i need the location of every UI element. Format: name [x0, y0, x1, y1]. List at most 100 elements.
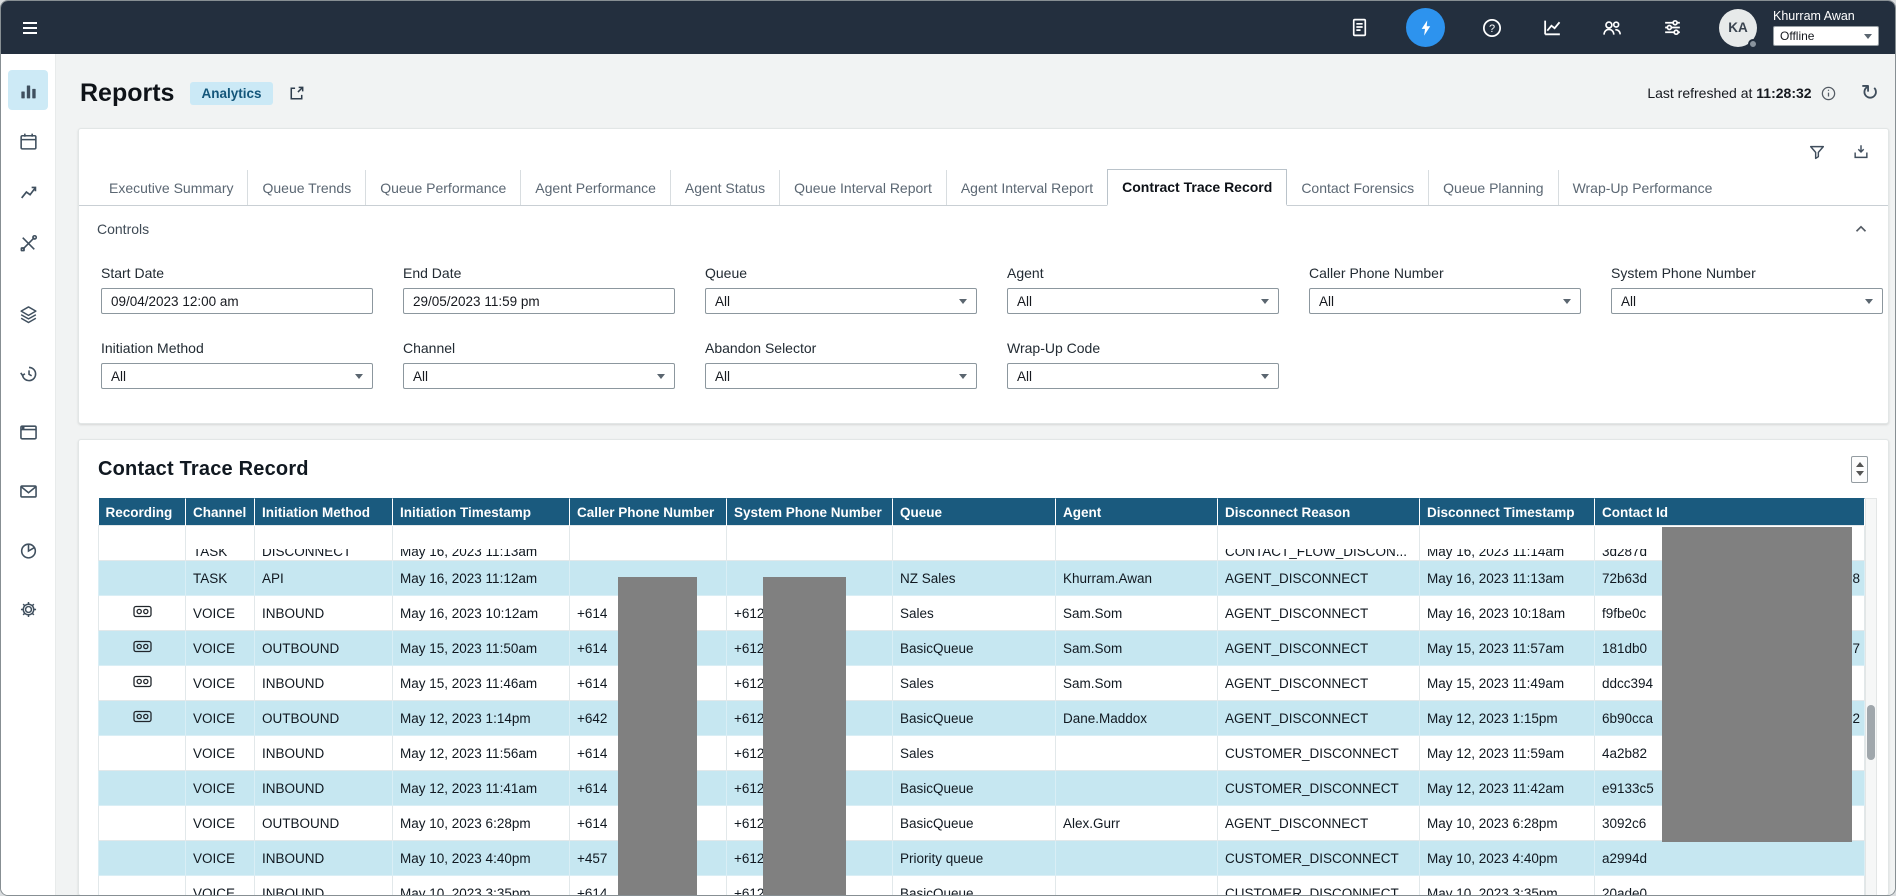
- filter-label: Queue: [705, 265, 977, 281]
- sidebar-item-history[interactable]: [8, 353, 48, 393]
- filter-label: Abandon Selector: [705, 340, 977, 356]
- tab-executive-summary[interactable]: Executive Summary: [95, 170, 247, 205]
- filter-label: System Phone Number: [1611, 265, 1883, 281]
- cell-queue: Priority queue: [893, 841, 1056, 876]
- sidebar-item-calendar[interactable]: [8, 121, 48, 161]
- cell-disconnect-timestamp: May 12, 2023 11:59am: [1420, 736, 1595, 771]
- filter-icon[interactable]: [1808, 141, 1826, 163]
- column-header-contact-id[interactable]: Contact Id: [1595, 499, 1865, 526]
- tab-queue-interval-report[interactable]: Queue Interval Report: [779, 170, 946, 205]
- sidebar-item-window[interactable]: [8, 412, 48, 452]
- step-up-icon[interactable]: [1856, 462, 1864, 467]
- column-header-queue[interactable]: Queue: [893, 499, 1056, 526]
- table-row[interactable]: VOICEINBOUNDMay 12, 2023 11:41am+614+612…: [99, 771, 1865, 806]
- status-dot: [1748, 39, 1758, 49]
- tab-agent-status[interactable]: Agent Status: [670, 170, 779, 205]
- step-down-icon[interactable]: [1856, 471, 1864, 476]
- avatar[interactable]: KA: [1719, 9, 1757, 47]
- agent-select[interactable]: All: [1007, 288, 1279, 314]
- sidebar-item-reports[interactable]: [8, 70, 48, 110]
- table-row[interactable]: VOICEOUTBOUNDMay 10, 2023 6:28pm+614+612…: [99, 806, 1865, 841]
- filter-queue: Queue All: [705, 265, 977, 314]
- tab-wrap-up-performance[interactable]: Wrap-Up Performance: [1558, 170, 1727, 205]
- tab-contract-trace-record[interactable]: Contract Trace Record: [1107, 169, 1287, 206]
- cell-agent: Sam.Som: [1056, 596, 1218, 631]
- scrollbar-thumb[interactable]: [1867, 705, 1875, 760]
- column-header-recording[interactable]: Recording: [99, 499, 186, 526]
- tab-contact-forensics[interactable]: Contact Forensics: [1287, 170, 1428, 205]
- table-row[interactable]: VOICEOUTBOUNDMay 15, 2023 11:50am+614+61…: [99, 631, 1865, 666]
- cell-channel: VOICE: [186, 806, 255, 841]
- tab-queue-performance[interactable]: Queue Performance: [365, 170, 520, 205]
- settings-sliders-icon[interactable]: [1659, 15, 1685, 41]
- system-phone-number-select[interactable]: All: [1611, 288, 1883, 314]
- cell-disconnect-timestamp: May 16, 2023 11:14am: [1420, 526, 1595, 561]
- tab-agent-interval-report[interactable]: Agent Interval Report: [946, 170, 1107, 205]
- users-icon[interactable]: [1599, 15, 1625, 41]
- table-row[interactable]: TASKAPIMay 16, 2023 11:12amNZ SalesKhurr…: [99, 561, 1865, 596]
- table-row[interactable]: TASKDISCONNECTMay 16, 2023 11:13amCONTAC…: [99, 526, 1865, 561]
- sidebar-item-trends[interactable]: [8, 172, 48, 212]
- notes-icon[interactable]: [1346, 15, 1372, 41]
- cell-queue: BasicQueue: [893, 876, 1056, 896]
- svg-text:?: ?: [1489, 22, 1495, 34]
- chevron-up-icon[interactable]: [1852, 220, 1870, 238]
- cell-initiation-timestamp: May 15, 2023 11:50am: [393, 631, 570, 666]
- abandon-selector-select[interactable]: All: [705, 363, 977, 389]
- metrics-icon[interactable]: [1539, 15, 1565, 41]
- cell-channel: VOICE: [186, 876, 255, 896]
- table-row[interactable]: VOICEINBOUNDMay 15, 2023 11:46am+614+612…: [99, 666, 1865, 701]
- column-header-initiation-method[interactable]: Initiation Method: [255, 499, 393, 526]
- cell-queue: BasicQueue: [893, 631, 1056, 666]
- table-row[interactable]: VOICEINBOUNDMay 10, 2023 3:35pm+614+612B…: [99, 876, 1865, 896]
- column-header-disconnect-timestamp[interactable]: Disconnect Timestamp: [1420, 499, 1595, 526]
- page-title: Reports: [80, 79, 174, 108]
- status-select[interactable]: Offline: [1773, 26, 1879, 46]
- refresh-icon[interactable]: ↻: [1861, 82, 1879, 104]
- cell-initiation-method: INBOUND: [255, 771, 393, 806]
- caller-phone-number-select[interactable]: All: [1309, 288, 1581, 314]
- scroll-stepper[interactable]: [1851, 456, 1868, 483]
- queue-select[interactable]: All: [705, 288, 977, 314]
- hamburger-menu-icon[interactable]: [17, 15, 43, 41]
- cell-agent: [1056, 771, 1218, 806]
- cell-queue: BasicQueue: [893, 771, 1056, 806]
- help-icon[interactable]: ?: [1479, 15, 1505, 41]
- chevron-down-icon: [959, 299, 967, 304]
- report-card: Contact Trace Record RecordingChannelIni…: [78, 439, 1889, 895]
- chevron-down-icon: [1261, 299, 1269, 304]
- external-link-icon[interactable]: [287, 84, 306, 103]
- sidebar-item-tools[interactable]: [8, 223, 48, 263]
- info-icon[interactable]: [1820, 85, 1837, 102]
- sidebar-item-mail[interactable]: [8, 471, 48, 511]
- column-header-system-phone-number[interactable]: System Phone Number: [727, 499, 893, 526]
- table-row[interactable]: VOICEINBOUNDMay 12, 2023 11:56am+614+612…: [99, 736, 1865, 771]
- tab-queue-trends[interactable]: Queue Trends: [247, 170, 365, 205]
- start-date-input[interactable]: [101, 288, 373, 314]
- select-value: All: [111, 369, 126, 384]
- sidebar-item-pie[interactable]: [8, 530, 48, 570]
- column-header-channel[interactable]: Channel: [186, 499, 255, 526]
- export-icon[interactable]: [1852, 141, 1870, 163]
- tab-agent-performance[interactable]: Agent Performance: [520, 170, 670, 205]
- table-row[interactable]: VOICEOUTBOUNDMay 12, 2023 1:14pm+642+612…: [99, 701, 1865, 736]
- table-scrollbar[interactable]: [1865, 498, 1877, 895]
- initiation-method-select[interactable]: All: [101, 363, 373, 389]
- tab-queue-planning[interactable]: Queue Planning: [1428, 170, 1557, 205]
- column-header-disconnect-reason[interactable]: Disconnect Reason: [1218, 499, 1420, 526]
- column-header-caller-phone-number[interactable]: Caller Phone Number: [570, 499, 727, 526]
- wrap-up-code-select[interactable]: All: [1007, 363, 1279, 389]
- column-header-agent[interactable]: Agent: [1056, 499, 1218, 526]
- sidebar-item-settings[interactable]: [8, 589, 48, 629]
- sidebar-item-layers[interactable]: [8, 294, 48, 334]
- flash-active-icon[interactable]: [1406, 8, 1445, 47]
- cell-agent: Sam.Som: [1056, 666, 1218, 701]
- end-date-input[interactable]: [403, 288, 675, 314]
- redaction-box-caller: [618, 577, 697, 895]
- table-row[interactable]: VOICEINBOUNDMay 16, 2023 10:12am+614+612…: [99, 596, 1865, 631]
- channel-select[interactable]: All: [403, 363, 675, 389]
- cell-disconnect-reason: CUSTOMER_DISCONNECT: [1218, 876, 1420, 896]
- table-row[interactable]: VOICEINBOUNDMay 10, 2023 4:40pm+457+612P…: [99, 841, 1865, 876]
- column-header-initiation-timestamp[interactable]: Initiation Timestamp: [393, 499, 570, 526]
- cell-initiation-timestamp: May 10, 2023 4:40pm: [393, 841, 570, 876]
